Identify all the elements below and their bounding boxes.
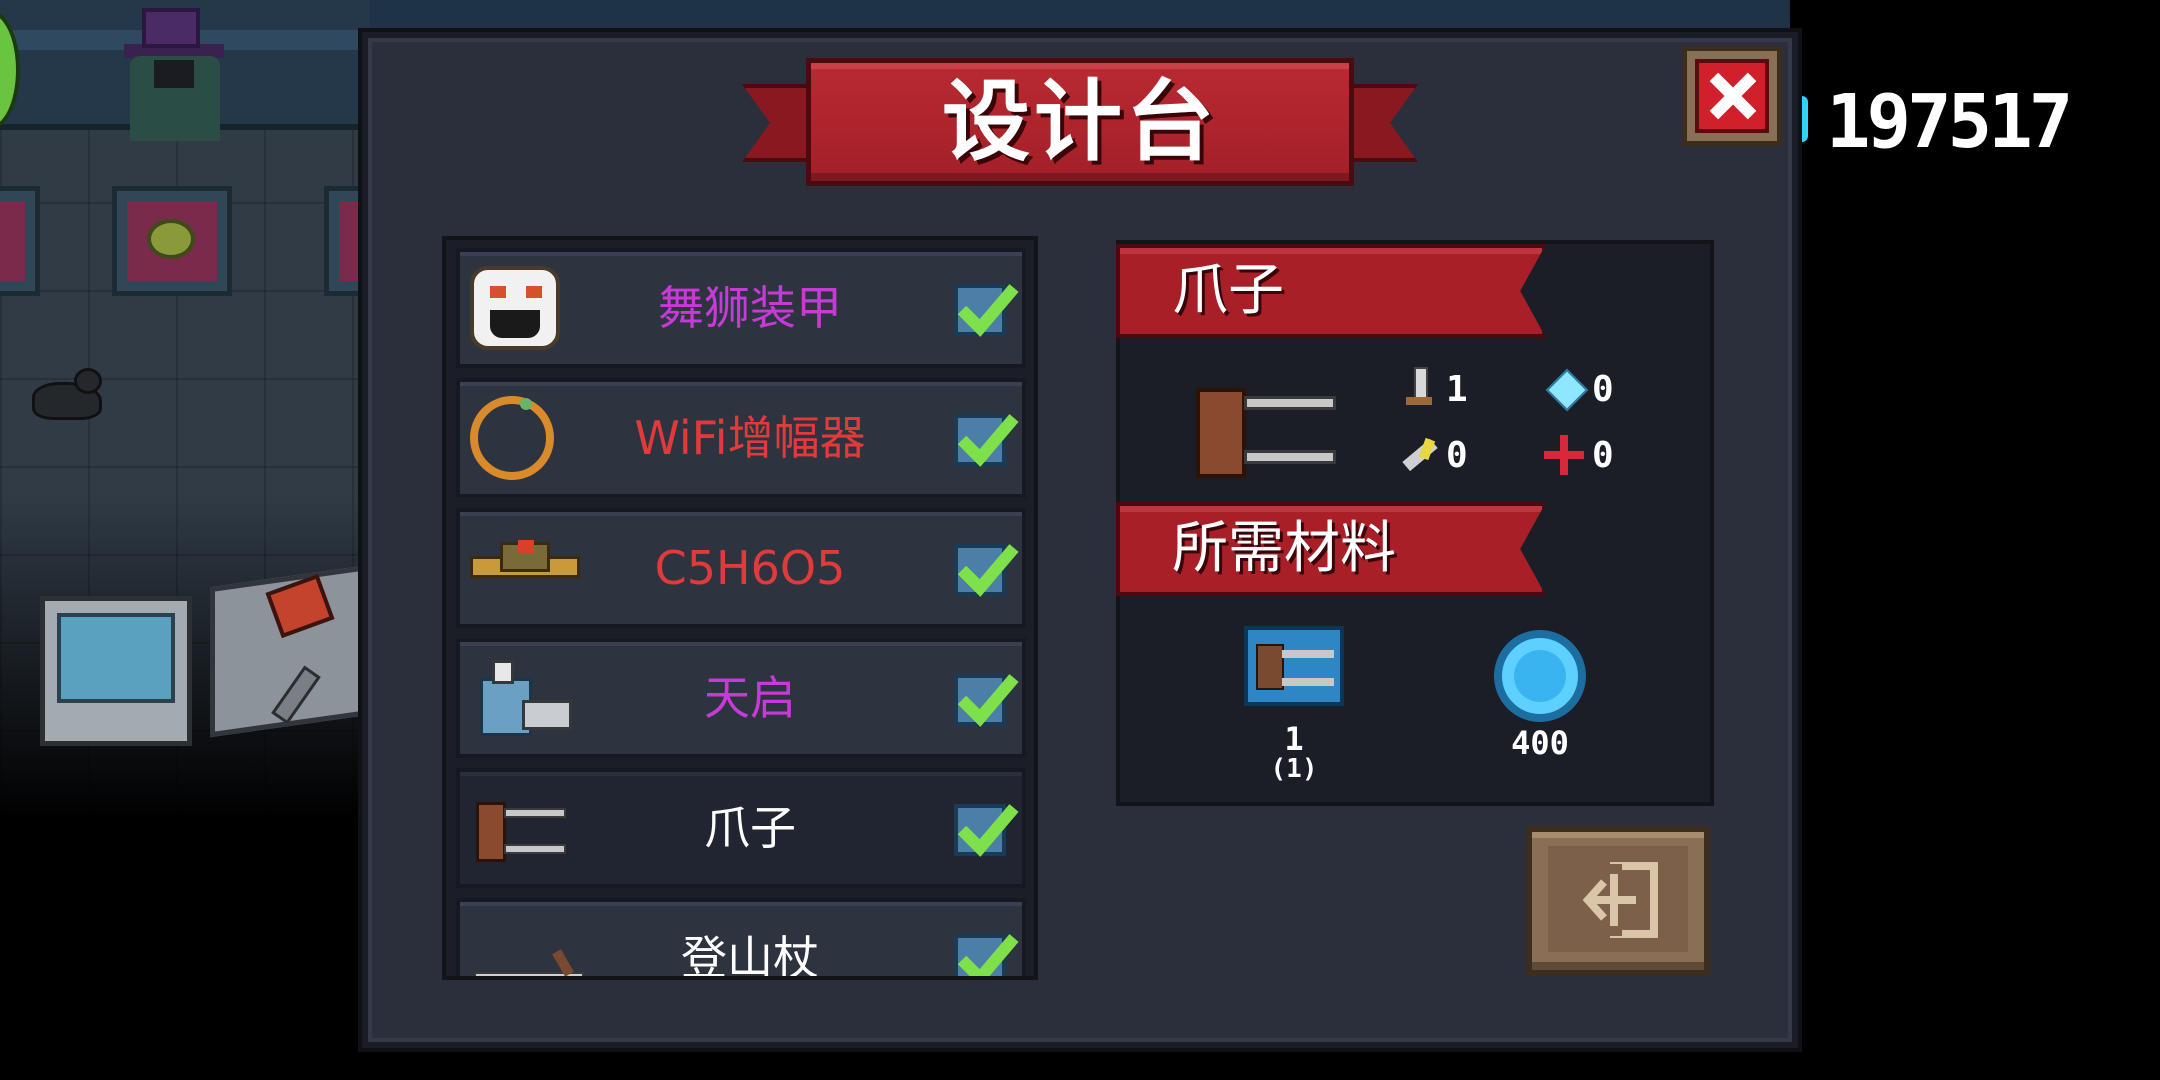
item-label: 爪子 — [704, 801, 796, 855]
item-label: 舞狮装甲 — [658, 281, 842, 335]
list-item[interactable]: 舞狮装甲 — [456, 248, 1026, 368]
sword-icon — [1398, 367, 1438, 411]
wizard-npc — [120, 8, 230, 143]
check-icon — [957, 414, 1019, 467]
checkbox[interactable] — [954, 674, 1019, 727]
gun-icon — [470, 526, 580, 610]
claw-blueprint-icon — [1244, 626, 1344, 706]
checkbox[interactable] — [954, 414, 1019, 467]
materials-header: 所需材料 — [1172, 516, 1396, 581]
stat-value: 0 — [1446, 434, 1468, 476]
gem-icon — [1494, 630, 1586, 722]
pedestal — [0, 186, 40, 296]
diamond-icon — [1544, 367, 1584, 411]
mech-icon — [470, 656, 572, 740]
stat-value: 1 — [1446, 368, 1468, 410]
exit-button[interactable] — [1526, 826, 1710, 976]
list-item-selected[interactable]: 爪子 — [456, 768, 1026, 888]
stat-energy: 0 — [1544, 364, 1614, 414]
material-count: 400 — [1511, 724, 1569, 762]
seed-icon — [147, 219, 195, 259]
check-icon — [957, 674, 1019, 727]
seed-pedestal — [112, 186, 232, 296]
list-item[interactable]: WiFi增幅器 — [456, 378, 1026, 498]
list-item[interactable]: C5H6O5 — [456, 508, 1026, 628]
checkbox[interactable] — [954, 934, 1019, 976]
check-icon — [957, 544, 1019, 597]
close-icon — [1695, 59, 1769, 133]
list-item[interactable]: 登山杖 — [456, 898, 1026, 980]
stat-value: 0 — [1592, 368, 1614, 410]
close-button[interactable] — [1682, 46, 1782, 146]
checkbox[interactable] — [954, 544, 1019, 597]
wifi-ring-icon — [470, 396, 560, 480]
stat-accuracy: 0 — [1544, 430, 1614, 480]
title-banner: 设计台 — [806, 58, 1354, 186]
list-item[interactable]: 天启 — [456, 638, 1026, 758]
item-name-ribbon: 爪子 — [1116, 244, 1546, 338]
item-label: 登山杖 — [681, 931, 819, 980]
page-title: 设计台 — [941, 70, 1218, 173]
claw-icon — [470, 786, 566, 870]
material-owned: (1) — [1270, 754, 1318, 784]
item-label: 天启 — [704, 671, 796, 725]
exit-icon — [1582, 862, 1658, 938]
computer-terminal — [40, 596, 192, 746]
bolt-icon — [1398, 433, 1438, 477]
item-label: C5H6O5 — [654, 541, 846, 595]
item-name: 爪子 — [1172, 258, 1284, 323]
checkbox[interactable] — [954, 804, 1019, 857]
checkbox[interactable] — [954, 284, 1019, 337]
check-icon — [957, 934, 1019, 976]
material-count: 1 — [1284, 720, 1304, 758]
scene-top-wall — [370, 0, 1790, 30]
check-icon — [957, 284, 1019, 337]
background-scene — [0, 0, 444, 820]
stat-damage: 1 — [1398, 364, 1468, 414]
materials-ribbon: 所需材料 — [1116, 502, 1546, 596]
item-label: WiFi增幅器 — [634, 411, 866, 465]
gem-count: 197517 — [1826, 79, 2073, 165]
crow-pet — [32, 368, 110, 428]
lion-armor-icon — [470, 266, 560, 350]
staff-icon — [470, 916, 584, 976]
claw-preview-icon — [1186, 366, 1346, 486]
crosshair-icon — [1544, 433, 1584, 477]
blueprint-list[interactable]: 舞狮装甲 WiFi增幅器 C5H6O5 天启 爪子 登山杖 — [442, 236, 1038, 980]
stat-value: 0 — [1592, 434, 1614, 476]
stat-crit: 0 — [1398, 430, 1468, 480]
check-icon — [957, 804, 1019, 857]
